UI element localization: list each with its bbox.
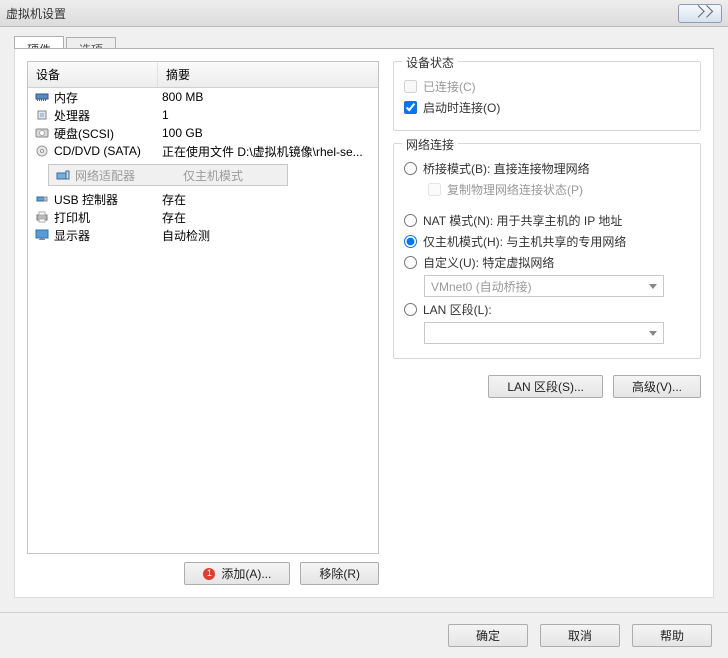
device-summary: 100 GB (162, 126, 372, 140)
add-button[interactable]: 1 添加(A)... (184, 562, 290, 585)
device-row[interactable]: 显示器自动检测 (28, 226, 378, 244)
memory-icon (34, 90, 50, 104)
cancel-button[interactable]: 取消 (540, 624, 620, 647)
dialog-footer: 确定 取消 帮助 (0, 612, 728, 658)
device-summary: 存在 (162, 209, 372, 226)
hostonly-radio[interactable] (404, 235, 417, 248)
custom-label: 自定义(U): 特定虚拟网络 (423, 254, 554, 271)
ok-button[interactable]: 确定 (448, 624, 528, 647)
nat-radio[interactable] (404, 214, 417, 227)
disk-icon (34, 126, 50, 140)
printer-icon (34, 210, 50, 224)
device-summary: 800 MB (162, 90, 372, 104)
device-list: 设备 摘要 内存800 MB处理器1硬盘(SCSI)100 GBCD/DVD (… (27, 61, 379, 554)
help-button[interactable]: 帮助 (632, 624, 712, 647)
titlebar: 虚拟机设置 x (0, 0, 728, 27)
connect-on-power-checkbox[interactable] (404, 101, 417, 114)
device-name: 硬盘(SCSI) (54, 125, 162, 142)
device-summary: 正在使用文件 D:\虚拟机镜像\rhel-se... (162, 143, 372, 160)
device-summary: 自动检测 (162, 227, 372, 244)
monitor-icon (34, 228, 50, 242)
device-name: 网络适配器 (75, 167, 183, 184)
device-summary: 仅主机模式 (183, 167, 281, 184)
device-summary: 1 (162, 108, 372, 122)
bridged-radio[interactable] (404, 162, 417, 175)
nat-label: NAT 模式(N): 用于共享主机的 IP 地址 (423, 212, 622, 229)
device-name: 显示器 (54, 227, 162, 244)
usb-icon (34, 192, 50, 206)
device-summary: 存在 (162, 191, 372, 208)
connected-checkbox (404, 80, 417, 93)
cpu-icon (34, 108, 50, 122)
settings-pane: 设备状态 已连接(C) 启动时连接(O) 网络连接 桥接模式(B): 直接连接物… (393, 61, 701, 585)
window-title: 虚拟机设置 (6, 5, 678, 22)
custom-network-select: VMnet0 (自动桥接) (424, 275, 664, 297)
lanseg-radio[interactable] (404, 303, 417, 316)
network-connection-group: 网络连接 桥接模式(B): 直接连接物理网络 复制物理网络连接状态(P) NAT… (393, 143, 701, 359)
network-icon (55, 168, 71, 182)
advanced-button[interactable]: 高级(V)... (613, 375, 701, 398)
chevron-down-icon (649, 331, 657, 336)
device-list-pane: 设备 摘要 内存800 MB处理器1硬盘(SCSI)100 GBCD/DVD (… (27, 61, 379, 585)
list-rows: 内存800 MB处理器1硬盘(SCSI)100 GBCD/DVD (SATA)正… (28, 88, 378, 244)
remove-button[interactable]: 移除(R) (300, 562, 379, 585)
col-summary[interactable]: 摘要 (158, 62, 378, 87)
device-row[interactable]: 网络适配器仅主机模式 (48, 164, 288, 186)
lan-segments-button[interactable]: LAN 区段(S)... (488, 375, 603, 398)
content-panel: 设备 摘要 内存800 MB处理器1硬盘(SCSI)100 GBCD/DVD (… (14, 49, 714, 598)
lanseg-label: LAN 区段(L): (423, 301, 492, 318)
close-button[interactable]: x (678, 4, 722, 23)
device-row[interactable]: USB 控制器存在 (28, 190, 378, 208)
device-row[interactable]: 处理器1 (28, 106, 378, 124)
device-row[interactable]: 硬盘(SCSI)100 GB (28, 124, 378, 142)
device-row[interactable]: 内存800 MB (28, 88, 378, 106)
hostonly-label: 仅主机模式(H): 与主机共享的专用网络 (423, 233, 626, 250)
device-name: 处理器 (54, 107, 162, 124)
device-name: 打印机 (54, 209, 162, 226)
device-status-legend: 设备状态 (402, 54, 458, 71)
network-connection-legend: 网络连接 (402, 136, 458, 153)
connected-label: 已连接(C) (423, 78, 476, 95)
device-name: CD/DVD (SATA) (54, 144, 162, 158)
device-status-group: 设备状态 已连接(C) 启动时连接(O) (393, 61, 701, 131)
chevron-down-icon (649, 284, 657, 289)
add-button-label: 添加(A)... (221, 565, 271, 582)
cd-icon (34, 144, 50, 158)
lanseg-select (424, 322, 664, 344)
custom-radio[interactable] (404, 256, 417, 269)
connect-on-power-label: 启动时连接(O) (423, 99, 500, 116)
device-name: 内存 (54, 89, 162, 106)
device-name: USB 控制器 (54, 191, 162, 208)
replicate-label: 复制物理网络连接状态(P) (447, 181, 583, 198)
device-row[interactable]: CD/DVD (SATA)正在使用文件 D:\虚拟机镜像\rhel-se... (28, 142, 378, 160)
list-header: 设备 摘要 (28, 62, 378, 88)
bridged-label: 桥接模式(B): 直接连接物理网络 (423, 160, 590, 177)
device-row[interactable]: 打印机存在 (28, 208, 378, 226)
replicate-checkbox (428, 183, 441, 196)
step-marker-1: 1 (203, 568, 215, 580)
custom-network-value: VMnet0 (自动桥接) (431, 278, 532, 295)
col-device[interactable]: 设备 (28, 62, 158, 87)
